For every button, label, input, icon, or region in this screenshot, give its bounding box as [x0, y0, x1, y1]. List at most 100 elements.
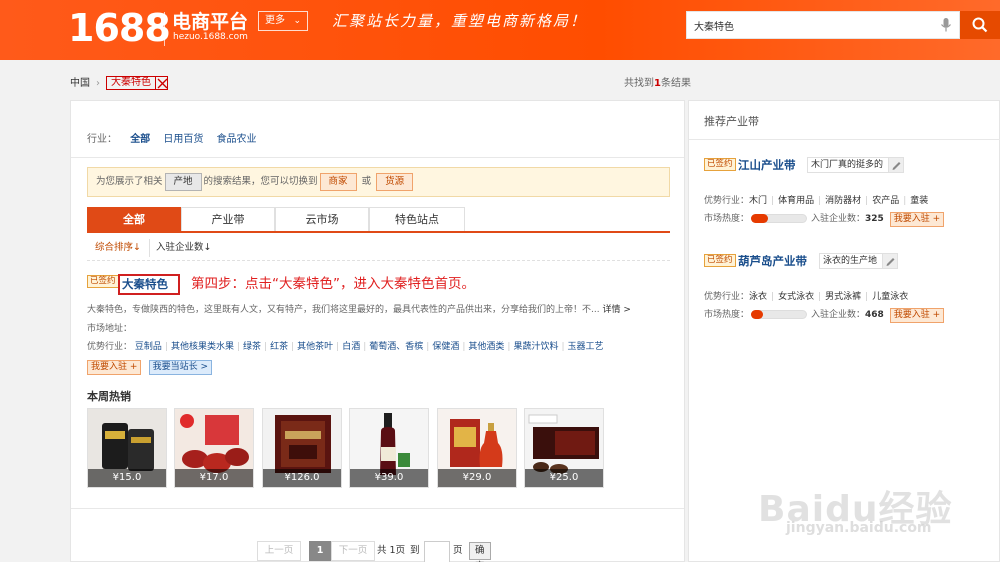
industry-link[interactable]: 消防器材: [825, 196, 861, 206]
sort-company-count[interactable]: 入驻企业数↓: [149, 239, 217, 257]
join-button[interactable]: 我要入驻 +: [87, 360, 142, 375]
breadcrumb-tag: 大秦特色: [106, 76, 156, 90]
edit-icon[interactable]: [888, 158, 904, 172]
product-card[interactable]: ¥15.0: [87, 408, 167, 488]
entry-actions: 我要入驻 + 我要当站长 >: [87, 360, 216, 376]
product-card[interactable]: ¥25.0: [524, 408, 604, 488]
breadcrumb-root[interactable]: 中国: [70, 78, 90, 89]
industry-link[interactable]: 其他酒类: [468, 342, 504, 352]
belt-industries: 优势行业：泳衣 | 女式泳衣 | 男式泳裤 | 儿童泳衣: [704, 292, 909, 302]
microphone-icon[interactable]: [939, 17, 953, 33]
industry-link[interactable]: 女式泳衣: [778, 292, 814, 302]
divider: [71, 157, 684, 158]
product-card[interactable]: ¥126.0: [262, 408, 342, 488]
product-card[interactable]: ¥17.0: [174, 408, 254, 488]
industry-link[interactable]: 红茶: [270, 342, 288, 352]
signed-badge: 已签约: [87, 275, 119, 288]
market-address: 市场地址：: [87, 324, 133, 334]
industry-filter: 行业： 全部 日用百货 食品农业: [87, 133, 267, 147]
industry-link[interactable]: 泳衣: [749, 292, 767, 302]
search-input[interactable]: [687, 12, 927, 38]
industry-link[interactable]: 其他核果类水果: [171, 342, 234, 352]
next-page-button[interactable]: 下一页: [331, 541, 375, 561]
page-1-button[interactable]: 1: [309, 541, 331, 561]
industry-label: 行业：: [87, 134, 117, 145]
product-price: ¥29.0: [438, 469, 516, 487]
heat-fill: [751, 214, 769, 223]
tab-industry-belt[interactable]: 产业带: [181, 207, 275, 231]
search-button[interactable]: [960, 11, 1000, 39]
company-count: 468: [865, 310, 884, 320]
site-logo[interactable]: 1688: [68, 6, 171, 50]
industry-link[interactable]: 绿茶: [243, 342, 261, 352]
industry-link[interactable]: 保健酒: [432, 342, 459, 352]
hot-sales-title: 本周热销: [87, 390, 131, 403]
details-link[interactable]: 详情 >: [602, 305, 630, 315]
divider: [689, 139, 1000, 140]
industry-link[interactable]: 豆制品: [135, 342, 162, 352]
become-owner-button[interactable]: 我要当站长 >: [148, 360, 212, 375]
belt-name-link[interactable]: 葫芦岛产业带: [738, 253, 807, 269]
main-panel: 行业： 全部 日用百货 食品农业 为您展示了相关 产地 的搜索结果，您可以切换到 商家…: [70, 100, 685, 562]
belt-heat-row: 市场热度： 入驻企业数：468 我要入驻 +: [704, 308, 948, 323]
industry-link[interactable]: 葡萄酒、香槟: [369, 342, 423, 352]
industry-link[interactable]: 其他茶叶: [297, 342, 333, 352]
industry-link[interactable]: 玉器工艺: [568, 342, 604, 352]
total-pages: 共 1页: [377, 545, 406, 556]
belt-note: 木门厂真的挺多的: [807, 157, 905, 173]
advantage-label: 优势行业：: [704, 292, 750, 302]
notice-or: 或: [361, 176, 372, 187]
result-prefix: 共找到: [624, 78, 654, 89]
breadcrumb: 中国 › 大秦特色: [70, 76, 168, 92]
belt-note-text: 泳衣的生产地: [823, 256, 878, 266]
supply-button[interactable]: 货源: [376, 172, 414, 191]
join-button[interactable]: 我要入驻 +: [889, 308, 945, 323]
prev-page-button[interactable]: 上一页: [257, 541, 301, 561]
product-price: ¥25.0: [525, 469, 603, 487]
product-card[interactable]: ¥39.0: [349, 408, 429, 488]
industry-link[interactable]: 农产品: [872, 196, 899, 206]
industry-link[interactable]: 儿童泳衣: [872, 292, 908, 302]
platform-title[interactable]: 电商平台: [172, 7, 248, 34]
advantage-label: 优势行业：: [704, 196, 750, 206]
tab-all[interactable]: 全部: [87, 207, 181, 231]
heat-label: 市场热度：: [704, 214, 750, 224]
filter-all[interactable]: 全部: [130, 134, 150, 145]
page-number-input[interactable]: [424, 541, 450, 562]
filter-food-agriculture[interactable]: 食品农业: [217, 134, 257, 145]
count-label: 入驻企业数：: [811, 310, 866, 320]
entry-description: 大秦特色，专做陕西的特色，这里既有人文，又有特产，我们将这里最好的，最具代表性的…: [87, 303, 631, 317]
industry-link[interactable]: 木门: [749, 196, 767, 206]
industry-link[interactable]: 男式泳裤: [825, 292, 861, 302]
belt-heat-row: 市场热度： 入驻企业数：325 我要入驻 +: [704, 212, 948, 227]
industry-link[interactable]: 童装: [910, 196, 928, 206]
search-box: [686, 11, 960, 39]
tab-cloud-market[interactable]: 云市场: [275, 207, 369, 231]
belt-name-link[interactable]: 江山产业带: [738, 157, 796, 173]
result-number: 1: [654, 78, 661, 89]
join-button[interactable]: 我要入驻 +: [889, 212, 945, 227]
sort-overall[interactable]: 综合排序↓: [89, 239, 147, 257]
industry-link[interactable]: 体育用品: [778, 196, 814, 206]
belt-industries: 优势行业：木门 | 体育用品 | 消防器材 | 农产品 | 童装: [704, 196, 929, 206]
remove-tag-button[interactable]: [155, 76, 168, 90]
edit-icon[interactable]: [882, 254, 898, 268]
industry-link[interactable]: 果蔬汁饮料: [513, 342, 558, 352]
search-icon: [972, 17, 988, 33]
result-count: 共找到1条结果: [624, 76, 691, 92]
more-dropdown[interactable]: 更多 ⌄: [258, 11, 308, 31]
product-card[interactable]: ¥29.0: [437, 408, 517, 488]
belt-note: 泳衣的生产地: [819, 253, 899, 269]
step-annotation: 第四步：点击“大秦特色”，进入大秦特色首页。: [191, 276, 475, 292]
filter-daily-goods[interactable]: 日用百货: [163, 134, 203, 145]
entry-title-link[interactable]: 大秦特色: [118, 274, 180, 295]
confirm-button[interactable]: 确定: [469, 542, 491, 562]
merchant-button[interactable]: 商家: [319, 172, 357, 191]
platform-url: hezuo.1688.com: [173, 32, 248, 42]
tab-featured-sites[interactable]: 特色站点: [369, 207, 465, 231]
origin-button[interactable]: 产地: [164, 172, 202, 191]
belt-card: 已签约 葫芦岛产业带 泳衣的生产地 优势行业：泳衣 | 女式泳衣 | 男式泳裤 | 儿童泳衣…: [704, 253, 994, 325]
industry-link[interactable]: 白酒: [342, 342, 360, 352]
product-price: ¥126.0: [263, 469, 341, 487]
logo-divider: [164, 12, 165, 46]
